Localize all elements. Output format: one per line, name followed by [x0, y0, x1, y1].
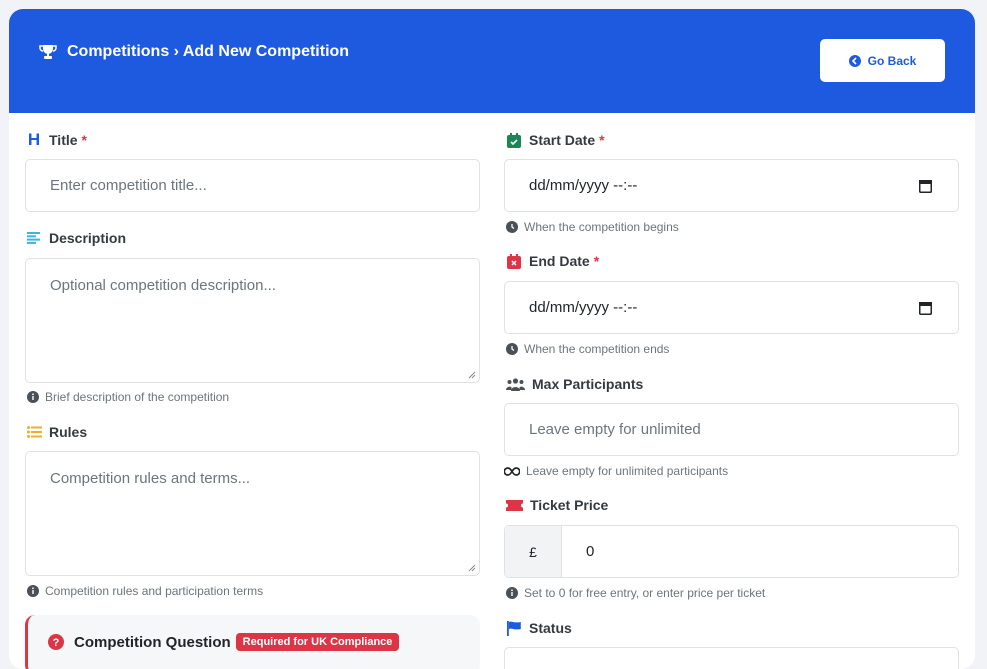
title-input[interactable]: Enter competition title... [25, 159, 480, 212]
flag-icon [506, 620, 522, 636]
calendar-picker-icon[interactable] [919, 301, 932, 315]
description-placeholder: Optional competition description... [50, 277, 276, 294]
trophy-icon [39, 45, 57, 59]
info-icon [506, 587, 518, 599]
resize-handle-icon[interactable] [468, 371, 476, 379]
ticket-price-label: Ticket Price [506, 497, 608, 513]
clock-icon [506, 221, 518, 233]
max-participants-input[interactable]: Leave empty for unlimited [504, 403, 959, 456]
info-icon [27, 585, 39, 597]
competition-question-title: ? Competition Question Required for UK C… [48, 633, 400, 651]
max-participants-help: Leave empty for unlimited participants [504, 464, 728, 478]
end-date-value: dd/mm/yyyy --:-- [529, 299, 638, 316]
breadcrumb-text: Competitions › Add New Competition [67, 43, 350, 60]
align-left-icon [26, 230, 42, 246]
description-textarea[interactable]: Optional competition description... [25, 258, 480, 383]
users-icon [506, 376, 525, 392]
ticket-icon [506, 497, 523, 513]
clock-icon [506, 343, 518, 355]
infinity-icon [504, 466, 520, 476]
arrow-circle-left-icon [848, 54, 861, 67]
start-date-value: dd/mm/yyyy --:-- [529, 177, 638, 194]
uk-compliance-badge: Required for UK Compliance [235, 633, 400, 651]
svg-text:?: ? [53, 637, 60, 649]
title-label: H Title * [27, 130, 87, 149]
go-back-label: Go Back [867, 53, 917, 68]
max-participants-label: Max Participants [506, 376, 643, 392]
go-back-button[interactable]: Go Back [820, 39, 945, 82]
ticket-price-help: Set to 0 for free entry, or enter price … [506, 586, 765, 600]
ticket-price-input[interactable]: £ 0 [504, 525, 959, 578]
start-date-help: When the competition begins [506, 220, 679, 234]
resize-handle-icon[interactable] [468, 564, 476, 572]
breadcrumb: Competitions › Add New Competition [39, 43, 349, 61]
ticket-price-value: 0 [586, 543, 595, 560]
start-date-label: Start Date * [506, 132, 605, 148]
status-label: Status [506, 620, 572, 636]
rules-textarea[interactable]: Competition rules and terms... [25, 451, 480, 576]
competition-question-section: ? Competition Question Required for UK C… [25, 615, 480, 669]
currency-prefix: £ [505, 526, 562, 577]
list-icon [26, 424, 42, 440]
rules-label: Rules [26, 424, 87, 440]
heading-icon: H [27, 130, 41, 149]
end-date-help: When the competition ends [506, 342, 669, 356]
start-date-input[interactable]: dd/mm/yyyy --:-- [504, 159, 959, 212]
end-date-label: End Date * [506, 253, 599, 269]
page-header: Competitions › Add New Competition Go Ba… [9, 9, 975, 113]
rules-help: Competition rules and participation term… [27, 584, 263, 598]
status-select[interactable] [504, 647, 959, 669]
rules-placeholder: Competition rules and terms... [50, 470, 251, 487]
form-card: Competitions › Add New Competition Go Ba… [9, 9, 975, 669]
question-circle-icon: ? [48, 634, 64, 650]
calendar-x-icon [506, 253, 522, 269]
info-icon [27, 391, 39, 403]
description-label: Description [26, 230, 126, 246]
calendar-picker-icon[interactable] [919, 179, 932, 193]
description-help: Brief description of the competition [27, 390, 229, 404]
end-date-input[interactable]: dd/mm/yyyy --:-- [504, 281, 959, 334]
calendar-check-icon [506, 132, 522, 148]
